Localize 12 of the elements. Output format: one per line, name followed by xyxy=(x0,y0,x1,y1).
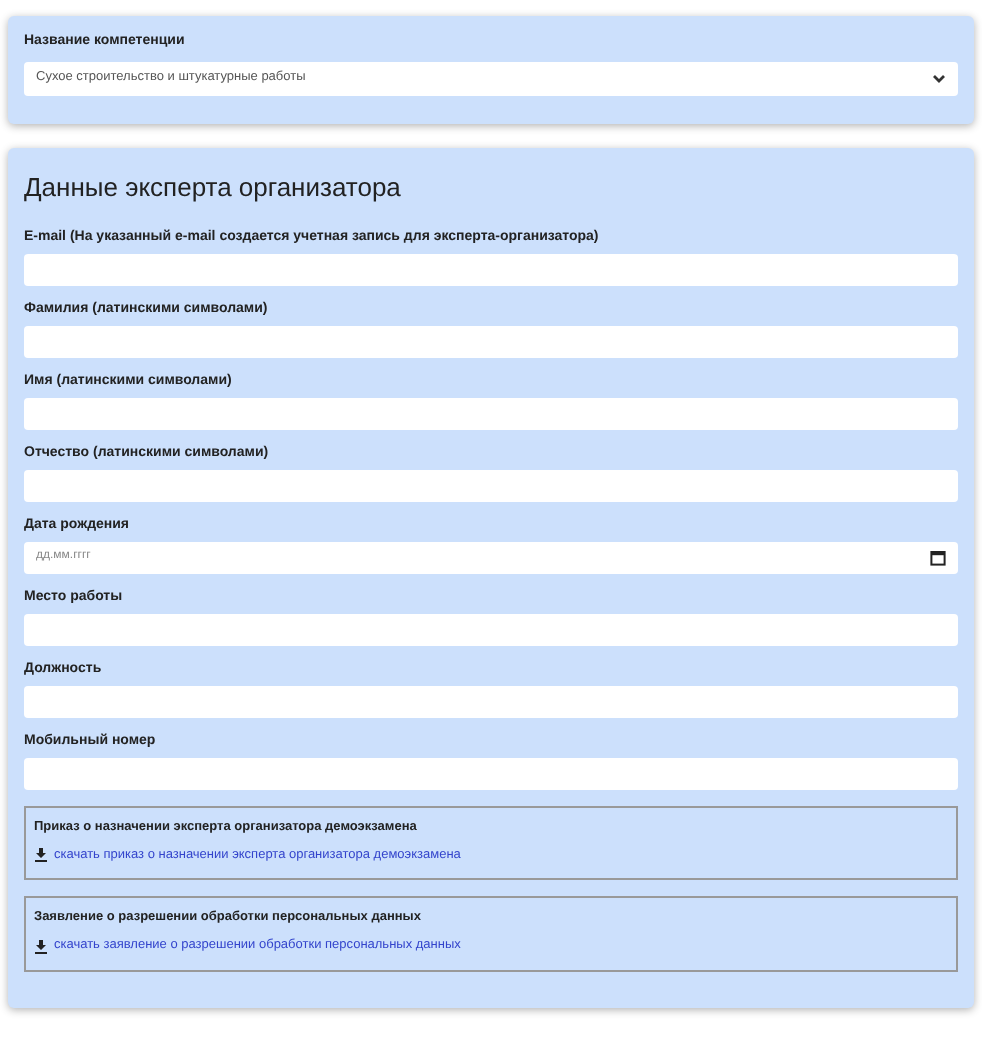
text-field[interactable] xyxy=(24,469,958,501)
text-field[interactable] xyxy=(24,325,958,357)
download-icon xyxy=(34,939,48,954)
download-icon xyxy=(34,847,48,862)
text-field[interactable] xyxy=(24,397,958,429)
text-field[interactable] xyxy=(24,613,958,645)
text-field[interactable] xyxy=(24,253,958,285)
chevron-down-icon xyxy=(932,73,946,83)
calendar-icon[interactable] xyxy=(930,549,946,565)
text-field[interactable] xyxy=(24,685,958,717)
text-field[interactable] xyxy=(24,757,958,789)
section-title: Данные эксперта организатора xyxy=(24,171,403,203)
